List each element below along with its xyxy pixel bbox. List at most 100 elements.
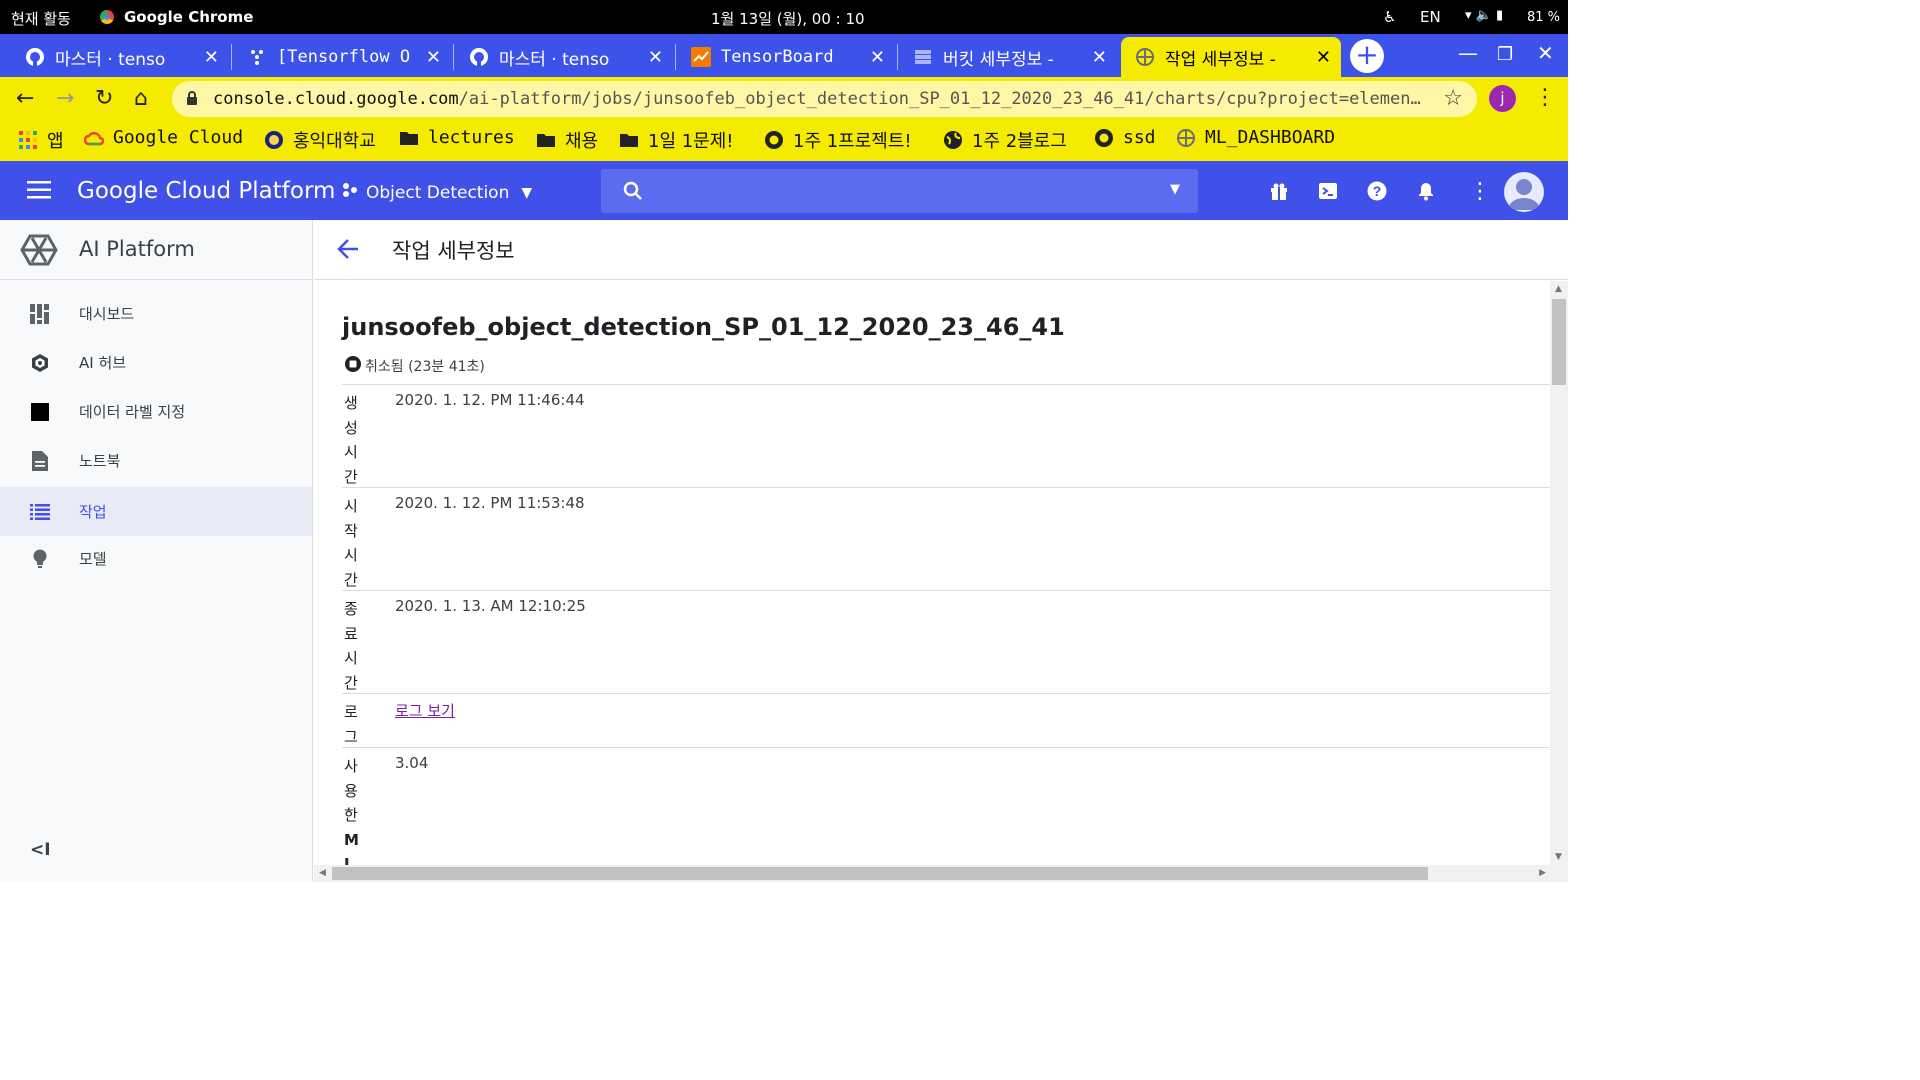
tab-5[interactable]: 버킷 세부정보 - ✕ <box>899 37 1117 77</box>
ai-hub-icon <box>29 352 51 374</box>
dots-icon <box>247 47 267 67</box>
help-icon[interactable]: ? <box>1367 181 1387 205</box>
more-vert-icon[interactable]: ⋮ <box>1469 179 1491 204</box>
minimize-icon[interactable]: — <box>1458 41 1478 65</box>
horizontal-scrollbar[interactable]: ◀ ▶ <box>314 865 1568 882</box>
tab-title: 버킷 세부정보 - <box>943 49 1054 70</box>
tab-3[interactable]: 마스터 · tenso ✕ <box>455 37 673 77</box>
sidebar-item-models[interactable]: 모델 <box>0 534 312 583</box>
detail-row-created: 생성시간 2020. 1. 12. PM 11:46:44 <box>342 384 1550 487</box>
home-icon[interactable]: ⌂ <box>134 86 148 111</box>
jobs-list-icon <box>29 501 51 523</box>
chrome-menu-icon[interactable]: ⋮ <box>1534 85 1556 110</box>
accessibility-icon[interactable]: ♿ <box>1383 8 1396 26</box>
close-icon[interactable]: ✕ <box>648 47 663 68</box>
detail-row-ended: 종료시간 2020. 1. 13. AM 12:10:25 <box>342 590 1550 693</box>
view-logs-link[interactable]: 로그 보기 <box>395 700 455 721</box>
detail-value: 2020. 1. 12. PM 11:53:48 <box>395 494 585 512</box>
user-avatar[interactable] <box>1504 172 1544 212</box>
bookmark-lectures[interactable]: lectures <box>399 127 515 148</box>
search-icon <box>623 181 643 205</box>
detail-label: 시작시간 <box>344 497 358 589</box>
sidebar-item-notebooks[interactable]: 노트북 <box>0 436 312 485</box>
detail-row-started: 시작시간 2020. 1. 12. PM 11:53:48 <box>342 487 1550 590</box>
vertical-scrollbar[interactable]: ▲ ▼ <box>1550 281 1568 865</box>
detail-value: 3.04 <box>395 754 429 772</box>
back-icon[interactable]: ← <box>16 86 34 111</box>
sidebar-item-jobs[interactable]: 작업 <box>0 487 312 536</box>
profile-avatar[interactable]: j <box>1489 85 1516 112</box>
tab-title: 작업 세부정보 - <box>1165 49 1276 70</box>
search-dropdown-icon[interactable]: ▼ <box>1170 182 1180 197</box>
bookmark-ssd[interactable]: ssd <box>1094 127 1156 148</box>
close-icon[interactable]: ✕ <box>426 47 441 68</box>
ai-platform-icon <box>1176 128 1196 148</box>
svg-text:?: ? <box>1373 183 1382 199</box>
activities-button[interactable]: 현재 활동 <box>11 8 71 29</box>
lock-icon[interactable] <box>186 90 198 110</box>
bookmark-apps[interactable]: 앱 <box>18 127 64 153</box>
bookmark-google-cloud[interactable]: Google Cloud <box>84 127 243 148</box>
sidebar-header: AI Platform <box>0 220 312 280</box>
scroll-thumb[interactable] <box>1552 299 1566 385</box>
tab-title: [Tensorflow O <box>277 47 411 67</box>
folder-icon <box>399 128 419 148</box>
bookmark-jobs[interactable]: 채용 <box>536 127 598 153</box>
close-icon[interactable]: ✕ <box>870 47 885 68</box>
tab-1[interactable]: 마스터 · tenso ✕ <box>11 37 229 77</box>
tab-4[interactable]: TensorBoard ✕ <box>677 37 895 77</box>
gcp-logo-title[interactable]: Google Cloud Platform <box>77 178 335 204</box>
github-icon <box>469 47 489 67</box>
storage-icon <box>913 47 933 67</box>
notebook-icon <box>29 450 51 472</box>
tab-2[interactable]: [Tensorflow O ✕ <box>233 37 451 77</box>
app-menu[interactable]: Google Chrome <box>100 8 253 26</box>
close-icon[interactable]: ✕ <box>1316 47 1331 68</box>
bookmark-hongik[interactable]: 홍익대학교 <box>264 127 376 153</box>
sidebar-item-ai-hub[interactable]: AI 허브 <box>0 338 312 387</box>
tensorboard-icon <box>691 47 711 67</box>
project-picker[interactable]: Object Detection ▼ <box>342 182 532 203</box>
bookmark-weekly-blog[interactable]: 1주 2블로그 <box>943 127 1067 153</box>
battery-percent: 81 % <box>1527 10 1561 25</box>
collapse-sidebar-button[interactable]: <I <box>30 840 51 860</box>
close-window-icon[interactable]: ✕ <box>1537 41 1554 65</box>
url-text[interactable]: console.cloud.google.com/ai-platform/job… <box>213 89 1423 109</box>
forward-icon[interactable]: → <box>56 86 74 111</box>
bookmark-ml-dashboard[interactable]: ML_DASHBOARD <box>1176 127 1335 148</box>
sidebar: AI Platform 대시보드 AI 허브 데이터 라벨 지정 노트북 작업 … <box>0 220 313 882</box>
close-icon[interactable]: ✕ <box>1092 47 1107 68</box>
notifications-bell-icon[interactable] <box>1416 181 1436 205</box>
sidebar-item-label: AI 허브 <box>79 354 127 372</box>
gift-icon[interactable] <box>1269 181 1289 205</box>
stop-icon <box>345 356 361 376</box>
bookmark-weekly-project[interactable]: 1주 1프로젝트! <box>764 127 912 153</box>
search-input[interactable]: ▼ <box>601 169 1198 213</box>
detail-value: 2020. 1. 13. AM 12:10:25 <box>395 597 586 615</box>
bookmark-daily-problem[interactable]: 1일 1문제! <box>619 127 734 153</box>
github-icon <box>764 130 784 150</box>
reload-icon[interactable]: ↻ <box>95 86 113 111</box>
close-icon[interactable]: ✕ <box>204 47 219 68</box>
language-indicator[interactable]: EN <box>1420 8 1441 26</box>
new-tab-button[interactable]: + <box>1350 39 1384 73</box>
system-status-icons[interactable]: ▾ 🔈 ▮ <box>1465 8 1503 23</box>
scroll-thumb[interactable] <box>332 867 1428 880</box>
sidebar-item-label: 데이터 라벨 지정 <box>79 403 186 421</box>
hamburger-menu-icon[interactable] <box>27 181 51 203</box>
detail-row-ml-units: 사용한ML단 3.04 <box>342 747 1550 865</box>
sidebar-item-data-labeling[interactable]: 데이터 라벨 지정 <box>0 387 312 436</box>
folder-icon <box>536 130 556 150</box>
page-header: 작업 세부정보 <box>314 220 1568 280</box>
address-bar[interactable]: console.cloud.google.com/ai-platform/job… <box>172 81 1477 117</box>
sidebar-item-dashboard[interactable]: 대시보드 <box>0 289 312 338</box>
detail-label: 사용한ML단 <box>344 757 359 865</box>
cloud-shell-icon[interactable] <box>1318 181 1338 205</box>
tab-6-active[interactable]: 작업 세부정보 - ✕ <box>1121 37 1341 77</box>
ai-platform-icon <box>1135 47 1155 67</box>
clock[interactable]: 1월 13일 (월), 00 : 10 <box>711 8 865 29</box>
restore-icon[interactable]: ❐ <box>1497 44 1513 65</box>
back-arrow-icon[interactable] <box>336 238 360 264</box>
gcp-header: Google Cloud Platform Object Detection ▼… <box>0 161 1568 220</box>
bookmark-star-icon[interactable]: ☆ <box>1443 86 1463 111</box>
